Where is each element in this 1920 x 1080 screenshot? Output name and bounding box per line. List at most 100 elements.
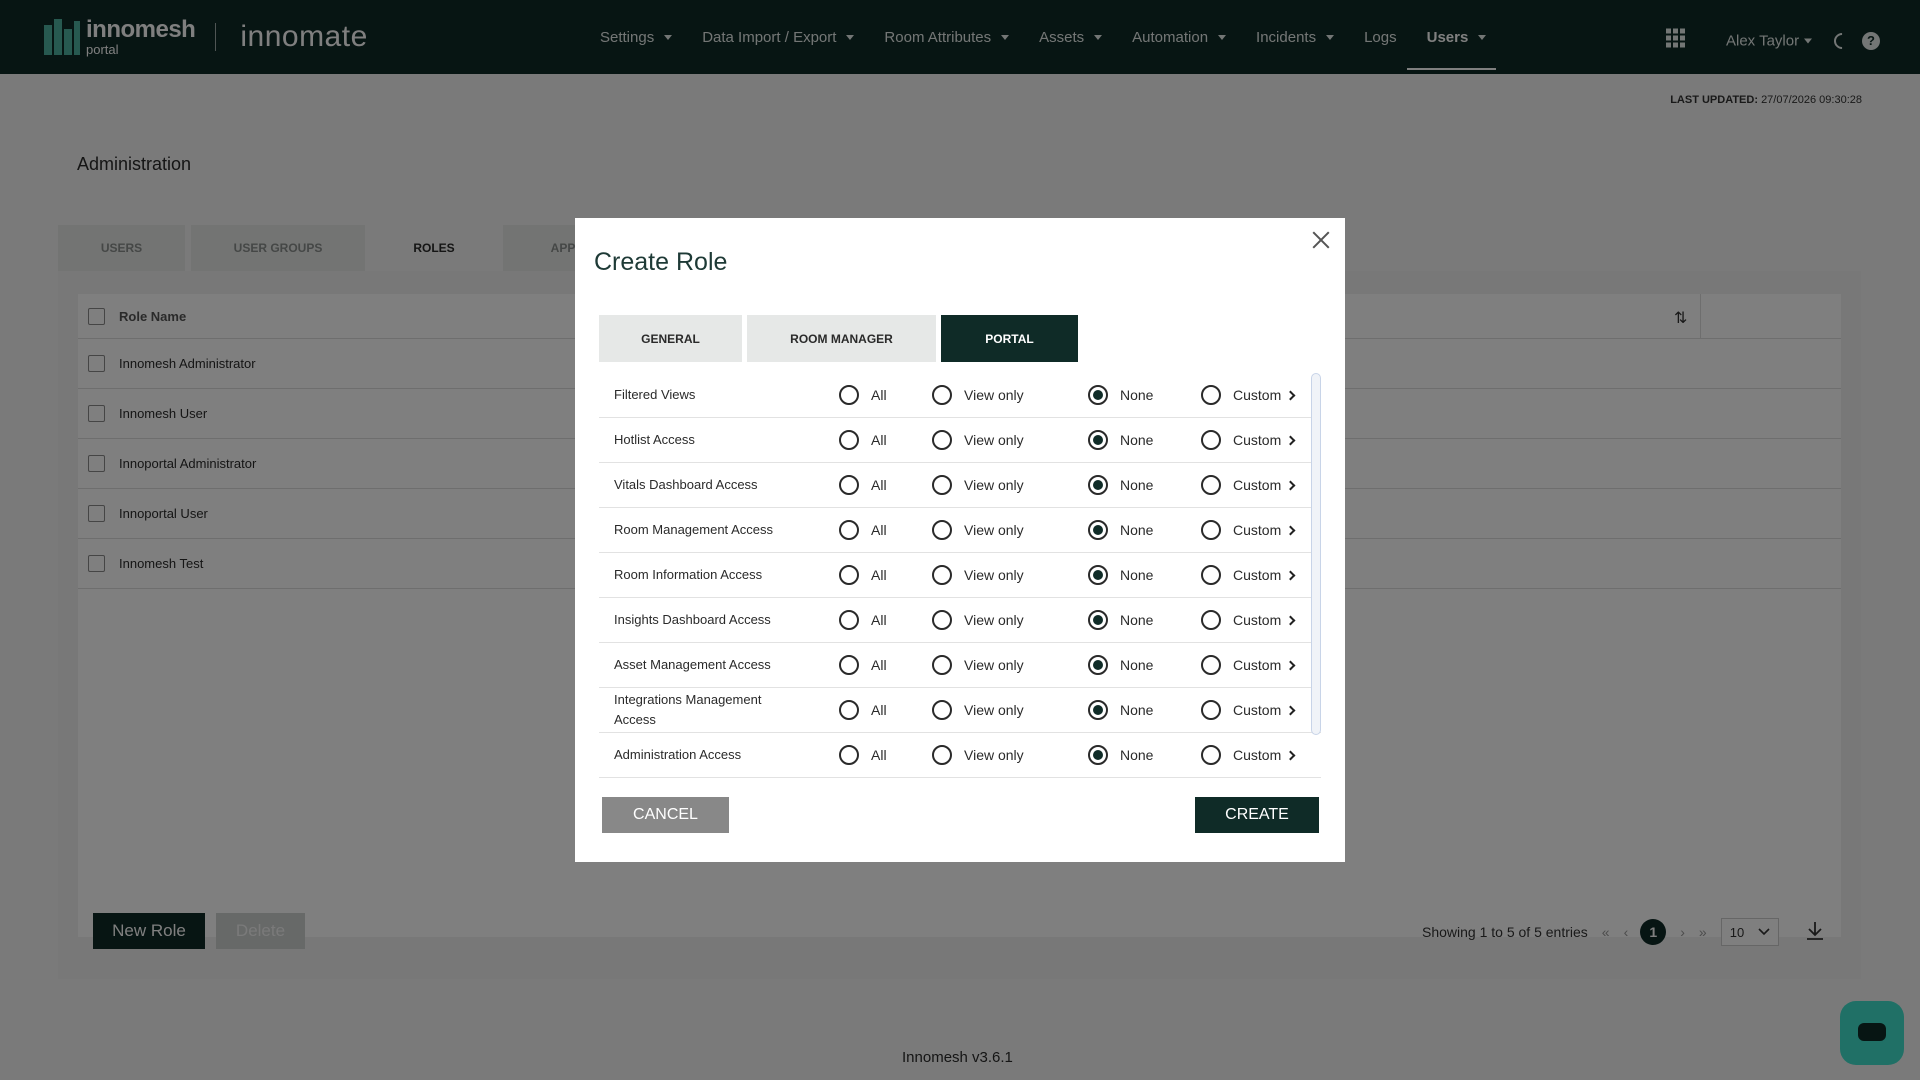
permission-label: Hotlist Access: [614, 432, 695, 447]
radio-all[interactable]: All: [839, 700, 887, 720]
radio-circle-icon: [932, 745, 952, 765]
radio-label: Custom: [1233, 702, 1282, 718]
permission-row: Asset Management Access All View only None C…: [599, 643, 1321, 688]
radio-all[interactable]: All: [839, 745, 887, 765]
radio-all[interactable]: All: [839, 385, 887, 405]
radio-custom[interactable]: Custom: [1201, 610, 1296, 630]
permission-label: Room Management Access: [614, 522, 773, 537]
radio-label: All: [871, 477, 887, 493]
radio-all[interactable]: All: [839, 430, 887, 450]
radio-circle-icon: [1201, 655, 1221, 675]
radio-all[interactable]: All: [839, 655, 887, 675]
radio-custom[interactable]: Custom: [1201, 475, 1296, 495]
radio-custom[interactable]: Custom: [1201, 700, 1296, 720]
radio-label: None: [1120, 612, 1154, 628]
radio-circle-icon: [932, 700, 952, 720]
radio-none[interactable]: None: [1088, 565, 1153, 585]
radio-all[interactable]: All: [839, 475, 887, 495]
radio-view-only[interactable]: View only: [932, 565, 1024, 585]
radio-label: View only: [964, 657, 1024, 673]
radio-view-only[interactable]: View only: [932, 655, 1024, 675]
permission-row: Integrations Management Access All View on…: [599, 688, 1321, 733]
permission-row: Filtered Views All View only None Custom: [599, 373, 1321, 418]
chevron-right-icon: [1285, 750, 1296, 760]
radio-circle-icon: [1088, 565, 1108, 585]
radio-custom[interactable]: Custom: [1201, 745, 1296, 765]
radio-circle-icon: [932, 520, 952, 540]
radio-label: Custom: [1233, 567, 1282, 583]
radio-none[interactable]: None: [1088, 475, 1153, 495]
radio-view-only[interactable]: View only: [932, 745, 1024, 765]
radio-circle-icon: [1201, 700, 1221, 720]
tab-portal[interactable]: PORTAL: [941, 315, 1078, 362]
cancel-button[interactable]: CANCEL: [602, 797, 729, 833]
radio-label: All: [871, 432, 887, 448]
radio-custom[interactable]: Custom: [1201, 655, 1296, 675]
radio-custom[interactable]: Custom: [1201, 430, 1296, 450]
radio-label: All: [871, 567, 887, 583]
radio-circle-icon: [1201, 385, 1221, 405]
radio-none[interactable]: None: [1088, 430, 1153, 450]
radio-label: View only: [964, 747, 1024, 763]
radio-custom[interactable]: Custom: [1201, 565, 1296, 585]
permission-label: Filtered Views: [614, 387, 696, 402]
radio-circle-icon: [1201, 610, 1221, 630]
permission-row: Hotlist Access All View only None Custom: [599, 418, 1321, 463]
radio-label: Custom: [1233, 657, 1282, 673]
create-button[interactable]: CREATE: [1195, 797, 1319, 833]
radio-label: None: [1120, 657, 1154, 673]
radio-view-only[interactable]: View only: [932, 610, 1024, 630]
radio-label: All: [871, 702, 887, 718]
radio-none[interactable]: None: [1088, 700, 1153, 720]
radio-label: View only: [964, 612, 1024, 628]
radio-label: None: [1120, 702, 1154, 718]
radio-none[interactable]: None: [1088, 385, 1153, 405]
chevron-right-icon: [1285, 660, 1296, 670]
modal-title: Create Role: [594, 248, 728, 276]
permission-label: Vitals Dashboard Access: [614, 477, 758, 492]
permission-row: Vitals Dashboard Access All View only None C…: [599, 463, 1321, 508]
radio-label: All: [871, 657, 887, 673]
permission-label: Integrations Management Access: [614, 692, 762, 727]
radio-all[interactable]: All: [839, 520, 887, 540]
radio-view-only[interactable]: View only: [932, 475, 1024, 495]
radio-all[interactable]: All: [839, 565, 887, 585]
tab-general[interactable]: GENERAL: [599, 315, 742, 362]
close-icon[interactable]: [1311, 230, 1331, 250]
permission-label: Administration Access: [614, 747, 742, 762]
radio-all[interactable]: All: [839, 610, 887, 630]
radio-none[interactable]: None: [1088, 655, 1153, 675]
radio-view-only[interactable]: View only: [932, 385, 1024, 405]
radio-custom[interactable]: Custom: [1201, 385, 1296, 405]
permission-scrollbar[interactable]: [1310, 373, 1321, 778]
radio-view-only[interactable]: View only: [932, 700, 1024, 720]
radio-none[interactable]: None: [1088, 520, 1153, 540]
tab-room-manager[interactable]: ROOM MANAGER: [747, 315, 936, 362]
create-role-modal: Create Role GENERAL ROOM MANAGER PORTAL …: [575, 218, 1345, 862]
radio-none[interactable]: None: [1088, 610, 1153, 630]
radio-view-only[interactable]: View only: [932, 520, 1024, 540]
radio-label: None: [1120, 387, 1154, 403]
scrollbar-thumb[interactable]: [1311, 373, 1321, 735]
radio-circle-icon: [839, 385, 859, 405]
radio-label: Custom: [1233, 477, 1282, 493]
radio-none[interactable]: None: [1088, 745, 1153, 765]
radio-label: None: [1120, 477, 1154, 493]
radio-circle-icon: [839, 610, 859, 630]
radio-circle-icon: [1088, 475, 1108, 495]
radio-circle-icon: [839, 520, 859, 540]
radio-view-only[interactable]: View only: [932, 430, 1024, 450]
chevron-right-icon: [1285, 525, 1296, 535]
radio-circle-icon: [1088, 385, 1108, 405]
radio-custom[interactable]: Custom: [1201, 520, 1296, 540]
radio-circle-icon: [1201, 520, 1221, 540]
chevron-right-icon: [1285, 435, 1296, 445]
permission-row: Administration Access All View only None Cus…: [599, 733, 1321, 778]
radio-label: Custom: [1233, 612, 1282, 628]
radio-circle-icon: [932, 655, 952, 675]
permission-list: Filtered Views All View only None Custom Hotl…: [599, 373, 1321, 778]
radio-label: View only: [964, 387, 1024, 403]
permission-row: Room Information Access All View only None C…: [599, 553, 1321, 598]
radio-circle-icon: [1088, 745, 1108, 765]
radio-label: All: [871, 612, 887, 628]
